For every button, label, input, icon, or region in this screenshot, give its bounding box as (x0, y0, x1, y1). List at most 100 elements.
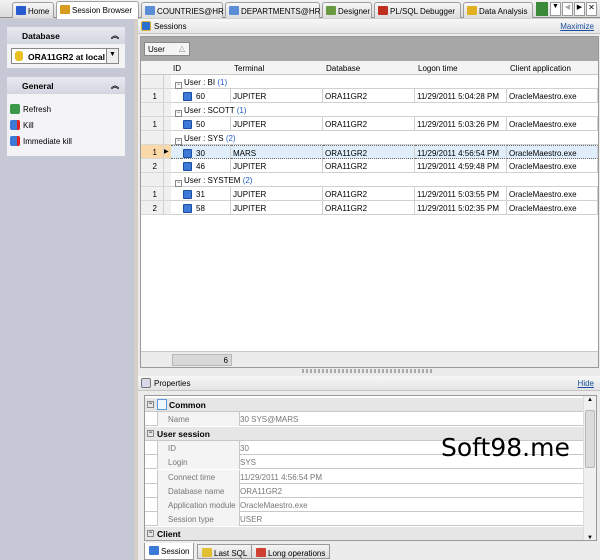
collapse-category-icon[interactable]: − (147, 429, 154, 437)
chevron-down-icon[interactable]: ▼ (106, 49, 118, 63)
tab-last-sql[interactable]: Last SQL (197, 544, 253, 559)
cell-terminal[interactable]: MARS (231, 145, 323, 159)
general-panel-header[interactable]: General ︽ (7, 77, 125, 94)
cell-logon[interactable]: 11/29/2011 5:03:26 PM (415, 117, 507, 131)
cell-logon[interactable]: 11/29/2011 5:03:55 PM (415, 187, 507, 201)
property-category[interactable]: − Common (145, 398, 583, 412)
group-row[interactable]: − User : SYS (2) (141, 131, 598, 145)
scroll-tabs-right[interactable]: ▶ (574, 2, 585, 16)
group-label[interactable]: − User : SCOTT (1) (171, 103, 598, 117)
collapse-group-icon[interactable]: − (175, 180, 182, 187)
tab-session-browser[interactable]: Session Browser (56, 1, 139, 19)
cell-terminal[interactable]: JUPITER (231, 201, 323, 215)
table-row[interactable]: 1 ▶ 30 MARS ORA11GR2 11/29/2011 4:56:54 PM Ora… (141, 145, 598, 159)
cell-terminal[interactable]: JUPITER (231, 159, 323, 173)
group-by-user-chip[interactable]: User △ (144, 42, 190, 56)
cell-id[interactable]: 31 (181, 187, 231, 201)
table-row[interactable]: 1 50 JUPITER ORA11GR2 11/29/2011 5:03:26 PM O… (141, 117, 598, 131)
group-row[interactable]: − User : BI (1) (141, 75, 598, 89)
cell-db[interactable]: ORA11GR2 (323, 145, 415, 159)
cell-value: OracleMaestro.exe (509, 149, 577, 158)
column-header[interactable]: ID (173, 64, 181, 73)
group-label[interactable]: − User : BI (1) (171, 75, 598, 89)
table-row[interactable]: 2 46 JUPITER ORA11GR2 11/29/2011 4:59:48 PM O… (141, 159, 598, 173)
splitter-handle[interactable] (302, 369, 432, 373)
table-row[interactable]: 1 31 JUPITER ORA11GR2 11/29/2011 5:03:55 PM O… (141, 187, 598, 201)
cell-terminal[interactable]: JUPITER (231, 89, 323, 103)
cell-id[interactable]: 60 (181, 89, 231, 103)
property-row[interactable]: Database name ORA11GR2 (145, 483, 583, 498)
column-header[interactable]: Logon time (418, 64, 458, 73)
cell-terminal[interactable]: JUPITER (231, 117, 323, 131)
tab-departments-hr[interactable]: DEPARTMENTS@HR (225, 2, 320, 18)
column-header[interactable]: Terminal (234, 64, 264, 73)
tab-session[interactable]: Session (144, 543, 195, 560)
cell-id[interactable]: 46 (181, 159, 231, 173)
cell-logon[interactable]: 11/29/2011 4:59:48 PM (415, 159, 507, 173)
tab-list-dropdown[interactable]: ▼ (550, 2, 561, 16)
cell-logon[interactable]: 11/29/2011 4:56:54 PM (415, 145, 507, 159)
hide-link[interactable]: Hide (578, 379, 594, 388)
group-row[interactable]: − User : SYSTEM (2) (141, 173, 598, 187)
tab-home[interactable]: Home (12, 2, 54, 18)
group-label[interactable]: − User : SYS (2) (171, 131, 598, 145)
cell-logon[interactable]: 11/29/2011 5:04:28 PM (415, 89, 507, 103)
table-row[interactable]: 1 60 JUPITER ORA11GR2 11/29/2011 5:04:28 PM O… (141, 89, 598, 103)
column-header[interactable]: Client application (510, 64, 571, 73)
collapse-icon[interactable]: ︽ (111, 30, 119, 41)
property-row[interactable]: Name 30 SYS@MARS (145, 412, 583, 427)
column-header[interactable]: Database (326, 64, 360, 73)
kill-action[interactable]: Kill (10, 120, 34, 130)
table-row[interactable]: 2 58 JUPITER ORA11GR2 11/29/2011 5:02:35 PM O… (141, 201, 598, 215)
indent-cell (171, 117, 181, 131)
collapse-category-icon[interactable]: − (147, 401, 154, 408)
scroll-tabs-left[interactable]: ◀ (562, 2, 573, 16)
close-tab-button[interactable]: ✕ (586, 2, 597, 16)
cell-client[interactable]: OracleMaestro.exe (507, 145, 598, 159)
collapse-icon[interactable]: ︽ (111, 80, 119, 91)
cell-db[interactable]: ORA11GR2 (323, 187, 415, 201)
collapse-group-icon[interactable]: − (175, 138, 182, 145)
cell-db[interactable]: ORA11GR2 (323, 117, 415, 131)
property-row[interactable]: Application module OracleMaestro.exe (145, 498, 583, 513)
cell-db[interactable]: ORA11GR2 (323, 201, 415, 215)
tab-countries-hr[interactable]: COUNTRIES@HR (141, 2, 224, 18)
tab-pl-sql-debugger[interactable]: PL/SQL Debugger (374, 2, 461, 18)
cell-id[interactable]: 58 (181, 201, 231, 215)
tab-data-analysis[interactable]: Data Analysis (463, 2, 533, 18)
properties-scrollbar[interactable]: ▲ ▼ (583, 396, 596, 540)
property-row[interactable]: Session type USER (145, 512, 583, 527)
collapse-category-icon[interactable]: − (147, 529, 154, 537)
cell-client[interactable]: OracleMaestro.exe (507, 159, 598, 173)
maximize-link[interactable]: Maximize (560, 22, 594, 31)
group-label[interactable]: − User : SYSTEM (2) (171, 173, 598, 187)
scroll-down-icon[interactable]: ▼ (587, 535, 593, 540)
tab-long-operations[interactable]: Long operations (251, 544, 331, 559)
cell-id[interactable]: 50 (181, 117, 231, 131)
database-panel-header[interactable]: Database ︽ (7, 27, 125, 44)
collapse-group-icon[interactable]: − (175, 82, 182, 89)
cell-terminal[interactable]: JUPITER (231, 187, 323, 201)
more-tab-icon[interactable] (536, 2, 548, 16)
cell-db[interactable]: ORA11GR2 (323, 159, 415, 173)
tab-designer[interactable]: Designer (322, 2, 372, 18)
cell-id[interactable]: 30 (181, 145, 231, 159)
collapse-group-icon[interactable]: − (175, 110, 182, 117)
immediate-kill-action[interactable]: Immediate kill (10, 136, 72, 146)
cell-client[interactable]: OracleMaestro.exe (507, 117, 598, 131)
cell-client[interactable]: OracleMaestro.exe (507, 201, 598, 215)
group-row[interactable]: − User : SCOTT (1) (141, 103, 598, 117)
cell-logon[interactable]: 11/29/2011 5:02:35 PM (415, 201, 507, 215)
cell-value: 50 (196, 120, 205, 129)
refresh-action[interactable]: Refresh (10, 104, 51, 114)
group-by-panel: User △ (141, 37, 598, 61)
cell-client[interactable]: OracleMaestro.exe (507, 89, 598, 103)
property-row[interactable]: Connect time 11/29/2011 4:56:54 PM (145, 469, 583, 484)
property-category[interactable]: − Client (145, 526, 583, 540)
scrollbar-thumb[interactable] (585, 410, 595, 468)
cell-client[interactable]: OracleMaestro.exe (507, 187, 598, 201)
scroll-up-icon[interactable]: ▲ (587, 397, 593, 403)
database-select[interactable]: ORA11GR2 at local ▼ (11, 48, 119, 64)
cell-value: ORA11GR2 (325, 120, 368, 129)
cell-db[interactable]: ORA11GR2 (323, 89, 415, 103)
